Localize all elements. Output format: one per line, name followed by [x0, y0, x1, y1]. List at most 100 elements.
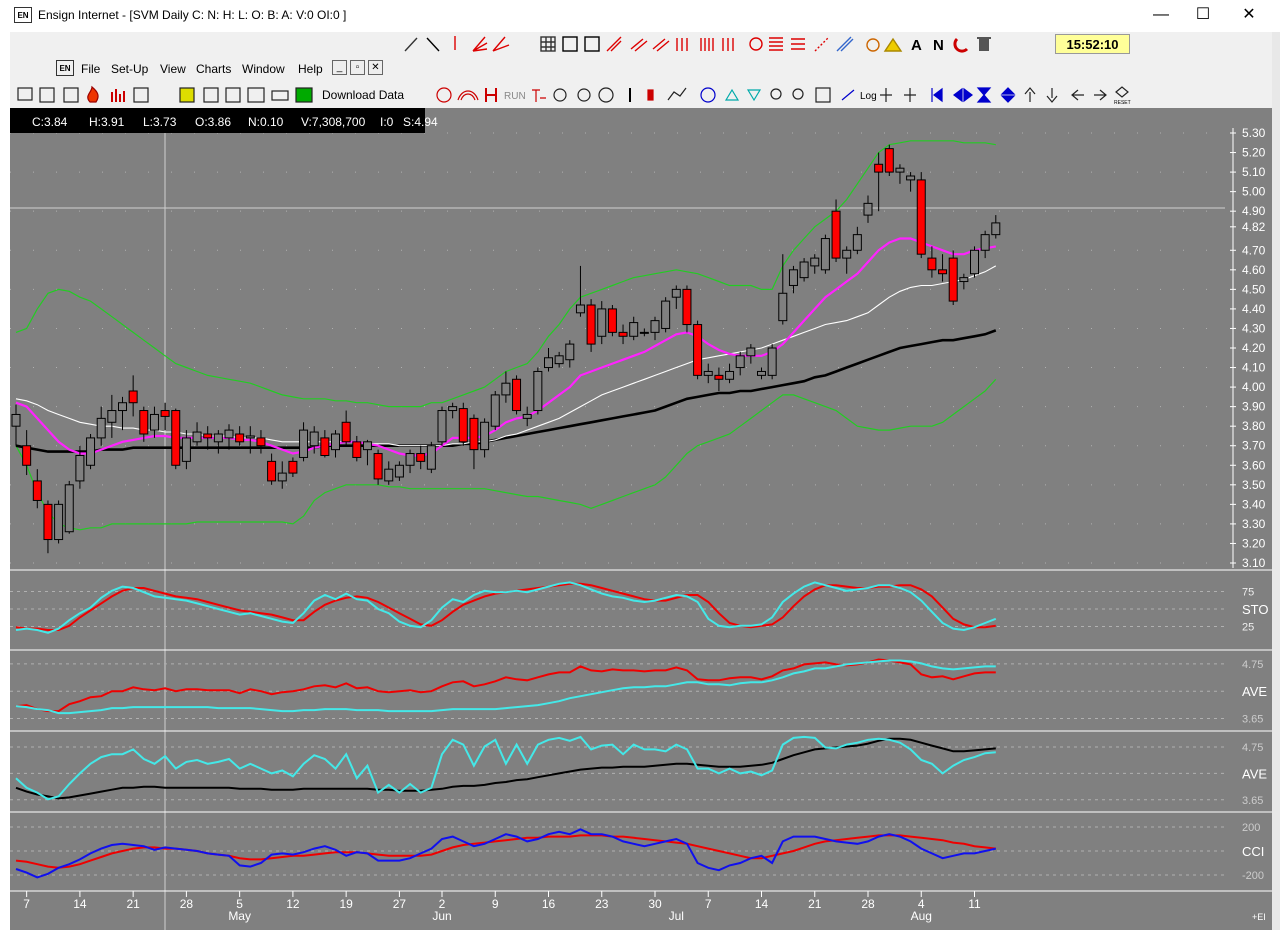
news-icon	[133, 87, 149, 103]
clock-tool-icon	[436, 87, 452, 103]
menu-file[interactable]: File	[81, 62, 100, 76]
candle-body	[703, 370, 713, 376]
camera-icon	[225, 87, 241, 103]
menu-window[interactable]: Window	[242, 62, 285, 76]
price-axis-label: 4.50	[1242, 282, 1266, 296]
candle-body	[362, 441, 372, 451]
candle-body	[735, 355, 745, 369]
split-tool-icon	[532, 89, 546, 102]
candle-body	[299, 429, 309, 458]
scroll-both-icon	[953, 87, 973, 103]
price-axis-label: 3.70	[1242, 439, 1266, 453]
log-scale-button: Log	[860, 91, 877, 102]
ave2-tick-label: 3.65	[1242, 795, 1263, 807]
child-window-icon[interactable]: EN	[56, 60, 74, 76]
magnet-tool-icon	[953, 37, 969, 53]
ave1-tick-label: 3.65	[1242, 714, 1263, 726]
gann-tool-icon	[606, 36, 622, 52]
vertical-compress-icon	[976, 87, 992, 103]
mdi-minimize-button[interactable]: _	[332, 60, 347, 75]
app-icon[interactable]: EN	[14, 7, 32, 23]
price-axis-label: 4.30	[1242, 321, 1266, 335]
date-axis-label: 19	[339, 897, 353, 911]
text-n-tool-icon: N	[933, 37, 944, 54]
candle-body	[426, 445, 436, 470]
price-axis-label: 4.10	[1242, 361, 1266, 375]
arrow-up-icon	[1024, 87, 1036, 102]
a-box-tool-icon	[584, 36, 600, 52]
quote-oi: I:0	[380, 115, 394, 129]
maximize-button[interactable]: ☐	[1180, 0, 1226, 30]
price-axis-label: 5.10	[1242, 165, 1266, 179]
left-frame	[0, 32, 10, 930]
candle-body	[171, 410, 181, 466]
candle-body	[512, 378, 522, 412]
candle-body	[54, 503, 64, 541]
date-axis-label: 23	[595, 897, 609, 911]
candle-body	[906, 175, 916, 181]
month-axis-label: Aug	[911, 909, 932, 923]
corner-label: +EI	[1252, 912, 1266, 922]
percent-icon	[841, 89, 855, 101]
close-button[interactable]: ✕	[1226, 0, 1272, 30]
price-chart[interactable]: 5.30 5.20 5.10 5.00 4.90 4.82 4.70 4.60 4.50 4.40…	[10, 108, 1272, 930]
drawing-toolbar: A N	[404, 36, 991, 54]
price-axis-label: 4.90	[1242, 204, 1266, 218]
candle-body	[469, 417, 479, 451]
arrow-down-icon	[1046, 88, 1058, 103]
candle-body	[288, 460, 298, 474]
menu-charts[interactable]: Charts	[196, 62, 231, 76]
candle-body	[75, 455, 85, 482]
clock-display: 15:52:10	[1055, 34, 1130, 54]
ave2-tick-label: 4.75	[1242, 742, 1263, 754]
candle-body	[352, 441, 362, 458]
candle-body	[916, 179, 926, 255]
candle-body	[267, 460, 277, 482]
price-axis-label: 3.80	[1242, 419, 1266, 433]
candle-body	[203, 433, 213, 439]
date-axis-label: 7	[23, 897, 30, 911]
price-axis-label: 5.20	[1242, 146, 1266, 160]
quote-s: S:4.94	[403, 115, 438, 129]
date-axis-label: 21	[126, 897, 140, 911]
arrow-left-icon	[1071, 89, 1084, 101]
date-axis-label: 30	[648, 897, 662, 911]
date-axis-label: 21	[808, 897, 822, 911]
minimize-button[interactable]: —	[1138, 0, 1184, 30]
candle-body	[160, 410, 170, 417]
globe-icon	[598, 87, 614, 103]
price-axis-label: 3.50	[1242, 478, 1266, 492]
candle-body	[373, 453, 383, 480]
mdi-restore-button[interactable]: ▫	[350, 60, 365, 75]
candle-body	[181, 437, 191, 462]
menu-view[interactable]: View	[160, 62, 186, 76]
month-axis-label: Jun	[432, 909, 451, 923]
date-axis-label: 28	[180, 897, 194, 911]
expand-icon	[904, 88, 916, 102]
fire-icon	[87, 85, 99, 103]
parallel-tool-icon	[630, 38, 648, 52]
candle-body	[490, 394, 500, 427]
candle-body	[501, 382, 511, 396]
candle-body	[597, 308, 607, 337]
highlight-tool-icon	[883, 37, 903, 52]
menu-help[interactable]: Help	[298, 62, 323, 76]
fan-tool-icon	[492, 36, 510, 52]
alarm-tool-icon	[866, 38, 880, 52]
menu-setup[interactable]: Set-Up	[111, 62, 148, 76]
andrews-tool-icon	[814, 36, 830, 52]
candle-icon	[647, 89, 654, 101]
price-axis-label: 3.40	[1242, 497, 1266, 511]
candle-body	[96, 417, 106, 439]
candle-body	[682, 288, 692, 326]
run-button: RUN	[504, 91, 526, 102]
zoom-area-icon	[815, 87, 831, 103]
candle-body	[213, 433, 223, 443]
candle-body	[394, 464, 404, 478]
candle-body	[575, 304, 585, 314]
histogram-icon	[39, 87, 55, 103]
lock-icon	[553, 88, 567, 102]
mdi-close-button[interactable]: ✕	[368, 60, 383, 75]
sto-tick-label: 75	[1242, 587, 1254, 599]
quote-bar: C:3.84 H:3.91 L:3.73 O:3.86 N:0.10 V:7,3…	[10, 108, 438, 133]
